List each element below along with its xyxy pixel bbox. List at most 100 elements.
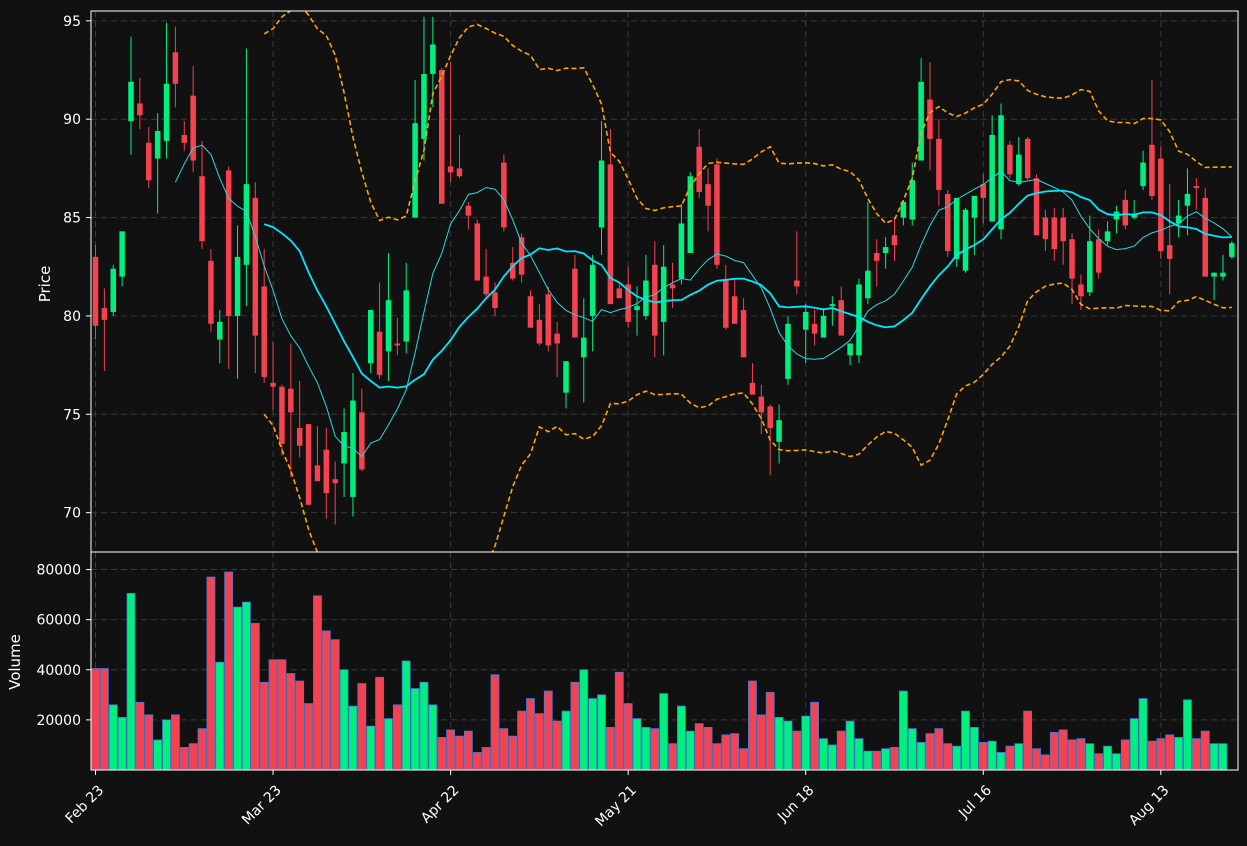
candle-body	[217, 321, 223, 340]
candle-body	[1095, 239, 1102, 273]
volume-bar	[534, 713, 544, 770]
candle-body	[669, 284, 676, 289]
candle-body	[865, 270, 871, 299]
volume-bar	[91, 668, 100, 770]
volume-bar	[845, 720, 855, 770]
volume-bar	[1049, 732, 1059, 770]
candle-body	[412, 123, 418, 218]
candle-body	[882, 247, 889, 253]
candle-body	[483, 276, 489, 295]
candle-body	[305, 424, 312, 505]
candle-body	[181, 134, 188, 143]
candle-body	[128, 81, 134, 122]
volume-bar	[1138, 698, 1148, 770]
price-tick-label: 95	[63, 14, 81, 30]
volume-bar	[304, 703, 313, 770]
candle-body	[838, 300, 844, 336]
candle-body	[856, 284, 862, 356]
volume-bar	[206, 576, 216, 770]
candle-body	[492, 292, 498, 309]
candle-body	[678, 223, 685, 279]
volume-bar	[401, 660, 411, 770]
candle-body	[696, 146, 702, 192]
volume-bar	[916, 742, 926, 770]
candle-body	[92, 256, 99, 326]
volume-bar	[677, 705, 686, 770]
volume-bar	[330, 639, 340, 770]
volume-bar	[215, 661, 225, 770]
volume-tick-label: 80000	[36, 563, 81, 579]
volume-bar	[1129, 718, 1139, 770]
candle-body	[154, 131, 161, 159]
volume-bar	[881, 748, 891, 770]
candle-body	[794, 280, 800, 287]
candle-body	[873, 252, 880, 261]
volume-bar	[188, 743, 198, 770]
candle-body	[385, 300, 392, 352]
volume-bar	[1147, 740, 1157, 770]
candle-body	[137, 103, 143, 116]
price-tick-label: 75	[63, 407, 81, 423]
volume-bar	[597, 694, 606, 770]
price-tick-label: 80	[63, 309, 81, 325]
volume-bar	[898, 690, 908, 770]
volume-bar	[384, 718, 393, 770]
candle-body	[1007, 144, 1013, 175]
candle-body	[465, 205, 472, 216]
candle-body	[288, 388, 294, 413]
volume-bar	[703, 727, 713, 770]
volume-bar	[508, 735, 518, 770]
candle-body	[607, 164, 614, 305]
candle-body	[394, 343, 401, 346]
candle-body	[252, 197, 259, 336]
volume-bar	[907, 728, 917, 770]
candle-body	[1193, 186, 1200, 189]
volume-bar	[890, 747, 899, 770]
volume-bar	[135, 701, 145, 770]
volume-bar	[144, 714, 154, 770]
candle-body	[323, 449, 330, 493]
volume-bar	[1120, 739, 1130, 770]
volume-bar	[543, 690, 553, 770]
candle-body	[563, 361, 569, 393]
candle-body	[1184, 193, 1191, 206]
volume-bar	[792, 730, 802, 770]
volume-bar	[783, 720, 793, 770]
candle-body	[119, 231, 125, 277]
candle-body	[367, 310, 374, 364]
volume-bar	[1112, 753, 1121, 770]
volume-axis-label: Volume	[6, 634, 24, 690]
volume-bar	[1174, 737, 1183, 770]
volume-bar	[978, 742, 988, 770]
volume-bar	[428, 704, 438, 770]
candle-body	[616, 288, 623, 299]
volume-bar	[872, 750, 882, 770]
volume-bar	[827, 744, 837, 770]
candle-body	[1087, 241, 1093, 293]
candle-body	[1060, 217, 1066, 242]
volume-bar	[162, 719, 171, 770]
volume-bar	[517, 710, 527, 770]
candle-body	[234, 256, 241, 316]
volume-bar	[659, 693, 669, 770]
candle-body	[847, 343, 853, 356]
volume-bar	[472, 752, 482, 770]
candle-body	[199, 176, 205, 242]
volume-bar	[1191, 738, 1201, 770]
price-tick-label: 85	[63, 211, 81, 227]
volume-bar	[250, 623, 260, 770]
volume-bar	[739, 748, 748, 770]
candle-body	[554, 333, 560, 344]
volume-tick-label: 40000	[36, 663, 81, 679]
volume-bar	[1014, 743, 1024, 770]
volume-bar	[321, 630, 331, 770]
volume-bar	[526, 698, 535, 770]
volume-bar	[1200, 730, 1210, 770]
volume-bar	[801, 715, 811, 770]
volume-bar	[996, 752, 1006, 770]
candle-body	[163, 83, 170, 141]
candle-body	[936, 138, 942, 191]
candle-body	[740, 310, 747, 358]
candle-body	[1202, 197, 1208, 277]
volume-bar	[668, 743, 677, 770]
